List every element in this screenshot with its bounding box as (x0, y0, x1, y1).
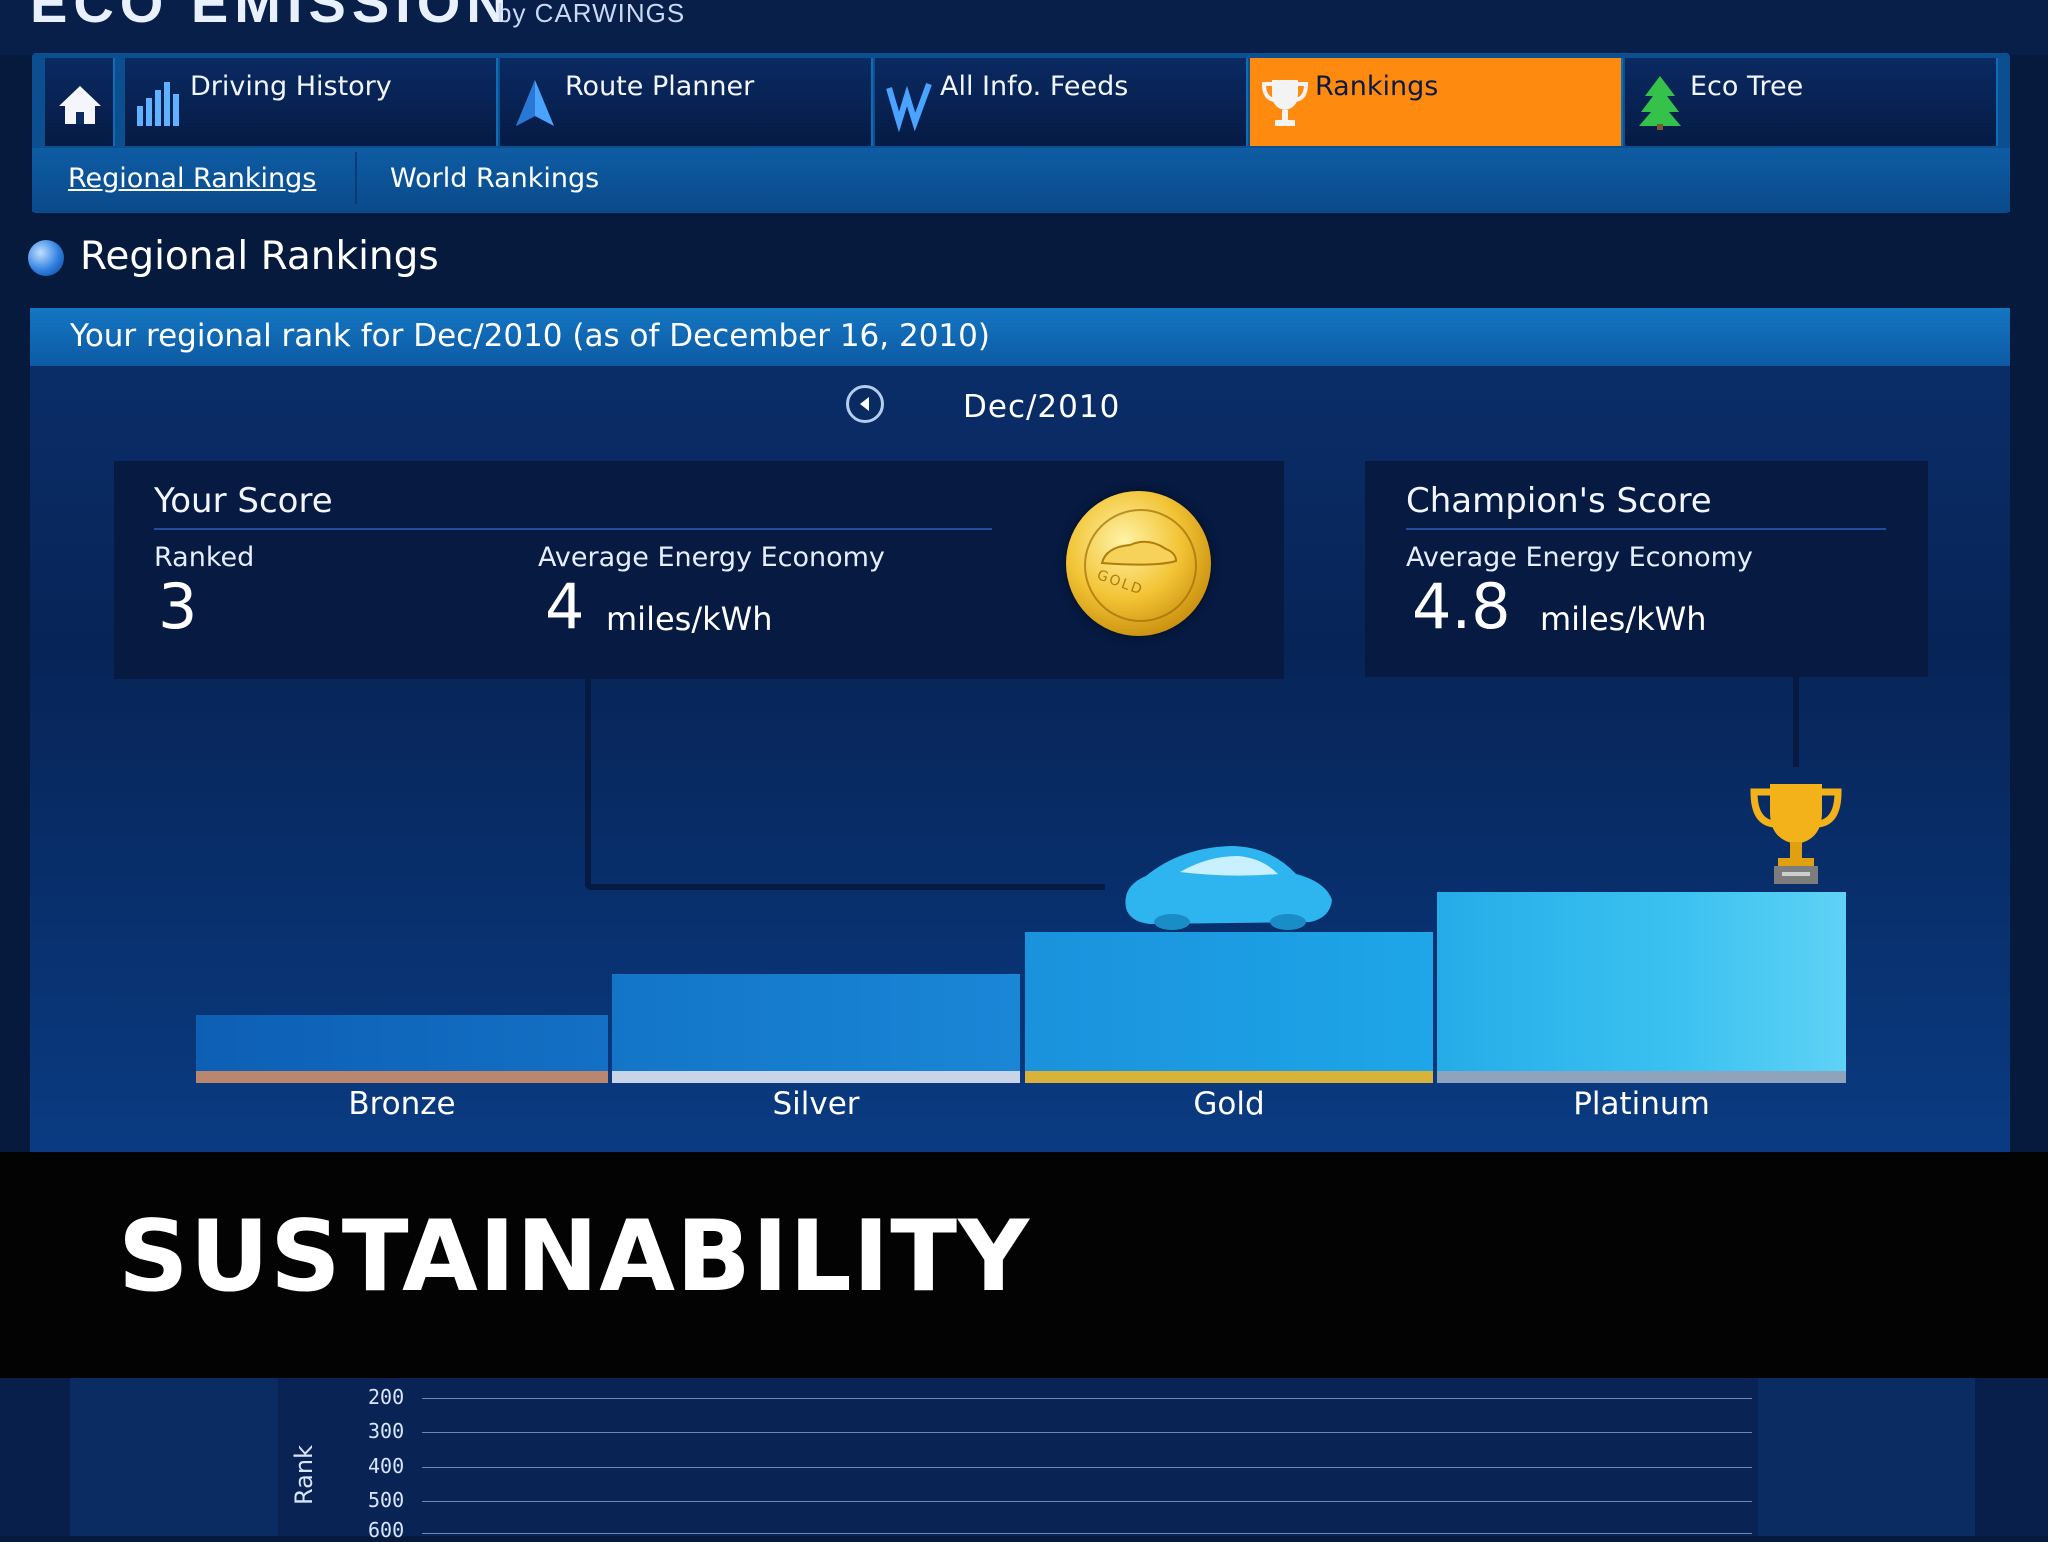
tab-route-planner[interactable]: Route Planner (500, 58, 873, 146)
podium-silver (612, 974, 1020, 1071)
y-tick-label: 600 (368, 1518, 405, 1542)
y-tick-label: 300 (368, 1419, 405, 1443)
podium-label-gold: Gold (1193, 1086, 1265, 1122)
tab-label: Rankings (1315, 71, 1439, 102)
rank-history-chart (278, 1378, 1758, 1536)
sub-nav (32, 148, 2010, 212)
economy-label: Average Energy Economy (538, 542, 885, 573)
banner-title: SUSTAINABILITY (118, 1200, 1031, 1314)
tab-label: Driving History (190, 71, 392, 102)
bar-chart-icon (137, 82, 179, 126)
subnav-divider (355, 152, 357, 204)
silver-base (612, 1071, 1020, 1083)
tab-label: Eco Tree (1690, 71, 1804, 102)
y-tick-label: 500 (368, 1488, 405, 1512)
rank-axis-label: Rank (290, 1445, 318, 1505)
podium-label-bronze: Bronze (348, 1086, 456, 1122)
y-tick-label: 400 (368, 1454, 405, 1478)
your-score-title: Your Score (154, 481, 333, 521)
podium-label-platinum: Platinum (1573, 1086, 1710, 1122)
feeds-icon (886, 82, 932, 132)
car-icon (1125, 846, 1332, 930)
previous-month-button[interactable] (846, 385, 884, 423)
current-month: Dec/2010 (963, 389, 1121, 425)
connector-line (585, 679, 591, 887)
connector-line (585, 884, 1105, 890)
ranked-label: Ranked (154, 542, 255, 573)
platinum-base (1437, 1071, 1846, 1083)
tab-driving-history[interactable]: Driving History (125, 58, 498, 146)
economy-value: 4 (545, 570, 585, 643)
connector-line (1793, 677, 1799, 767)
home-icon (59, 86, 101, 124)
medal-car-icon (1100, 540, 1178, 566)
gridline (422, 1501, 1752, 1502)
arrow-icon (516, 80, 554, 126)
tab-all-info-feeds[interactable]: All Info. Feeds (875, 58, 1248, 146)
gridline (422, 1432, 1752, 1433)
subtab-world-rankings[interactable]: World Rankings (390, 163, 599, 194)
podium-gold (1025, 932, 1433, 1071)
trophy-icon (1261, 80, 1309, 126)
main-nav: Driving History Route Planner All Info. … (45, 58, 2000, 148)
ranked-value: 3 (158, 570, 198, 643)
gold-base (1025, 1071, 1433, 1083)
home-button[interactable] (45, 58, 115, 146)
champion-trophy-icon (1750, 784, 1842, 884)
podium-label-silver: Silver (772, 1086, 860, 1122)
economy-unit: miles/kWh (606, 600, 773, 638)
champion-economy-value: 4.8 (1412, 570, 1511, 643)
podium-bronze (196, 1015, 608, 1071)
panel-header-text: Your regional rank for Dec/2010 (as of D… (70, 318, 990, 354)
tree-icon (1639, 76, 1681, 130)
champion-title: Champion's Score (1406, 481, 1712, 521)
subtab-regional-rankings[interactable]: Regional Rankings (68, 163, 316, 194)
podium-platinum (1437, 892, 1846, 1071)
divider (1406, 528, 1886, 530)
section-bullet-icon (28, 240, 64, 276)
gridline (422, 1467, 1752, 1468)
chevron-left-icon (860, 397, 869, 411)
gold-medal-icon: GOLD (1066, 491, 1211, 636)
tab-label: Route Planner (565, 71, 755, 102)
bronze-base (196, 1071, 608, 1083)
champion-economy-label: Average Energy Economy (1406, 542, 1753, 573)
y-tick-label: 200 (368, 1385, 405, 1409)
page-title: Regional Rankings (80, 234, 439, 279)
gridline (422, 1533, 1752, 1534)
app-logo: ECO EMISSION (30, 0, 513, 34)
tab-label: All Info. Feeds (940, 71, 1129, 102)
tab-eco-tree[interactable]: Eco Tree (1625, 58, 1998, 146)
tab-rankings[interactable]: Rankings (1250, 58, 1623, 146)
champion-economy-unit: miles/kWh (1540, 600, 1707, 638)
gridline (422, 1398, 1752, 1399)
app-subtitle: by CARWINGS (497, 0, 686, 28)
divider (154, 528, 992, 530)
